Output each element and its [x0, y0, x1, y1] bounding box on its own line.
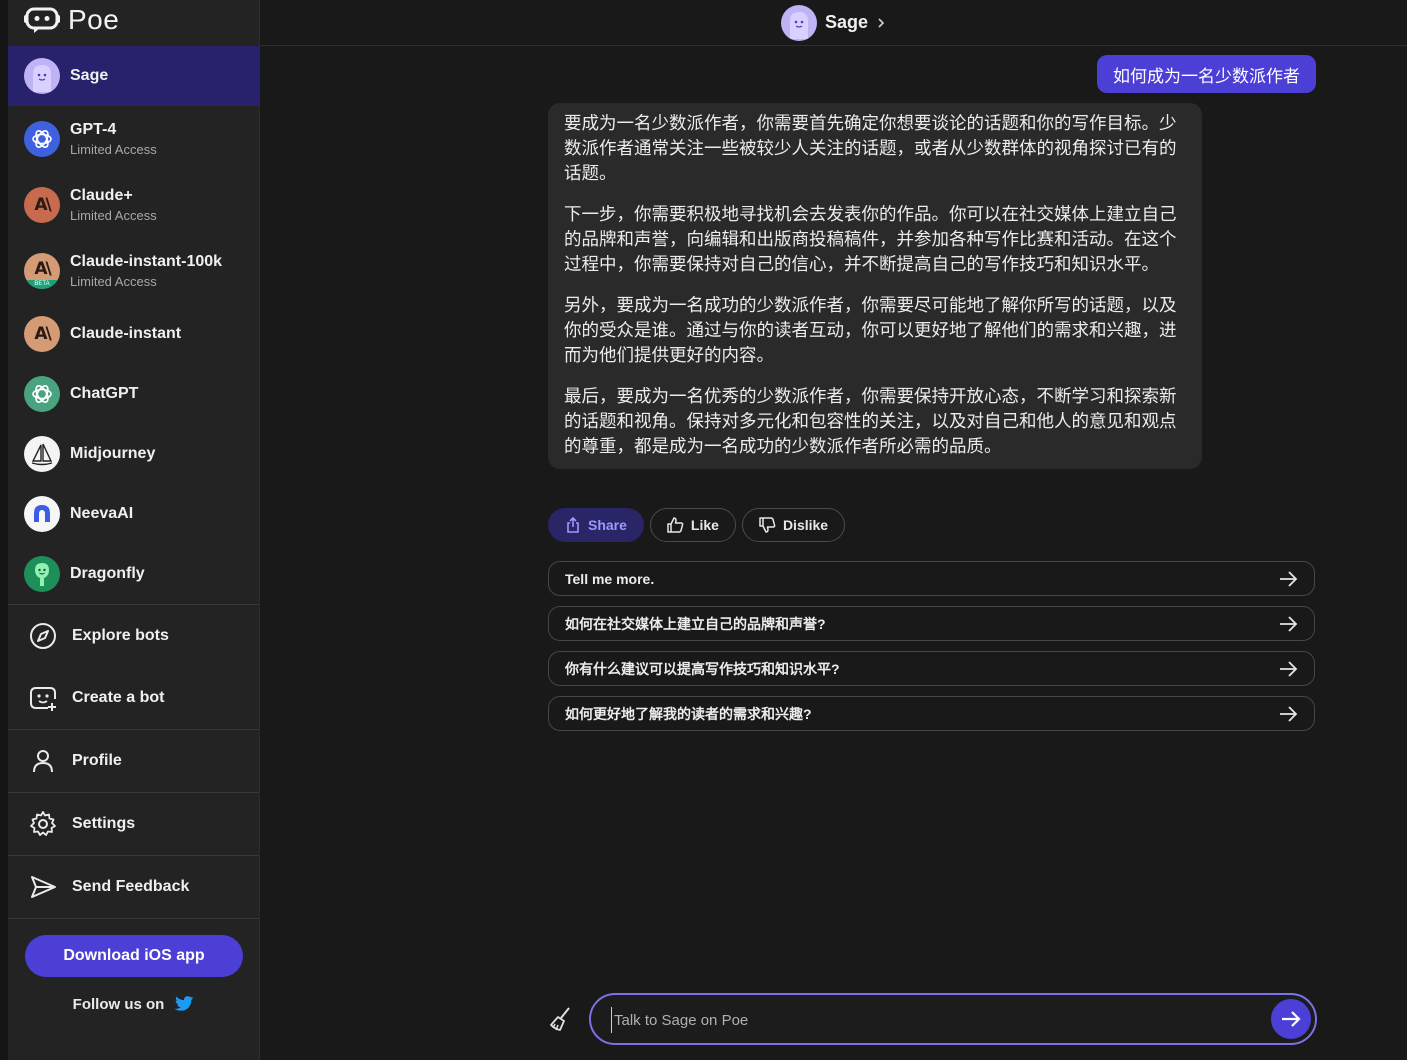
- message-input[interactable]: [611, 1007, 1256, 1033]
- thumbs-down-icon: [759, 517, 776, 533]
- poe-logo-icon: [24, 7, 60, 33]
- arrow-right-icon: [1280, 705, 1298, 722]
- poe-logo[interactable]: Poe: [24, 2, 119, 38]
- claude-plus-avatar-icon: A\: [24, 187, 60, 223]
- bot-message-paragraph: 下一步，你需要积极地寻找机会去发表你的作品。你可以在社交媒体上建立自己的品牌和声…: [564, 204, 1177, 274]
- follow-us[interactable]: Follow us on: [8, 995, 259, 1013]
- broom-icon: [550, 1007, 570, 1031]
- chevron-right-icon: [878, 17, 885, 28]
- suggested-reply[interactable]: 你有什么建议可以提高写作技巧和知识水平?: [548, 651, 1315, 686]
- sidebar-nav-settings[interactable]: Settings: [8, 794, 259, 854]
- message-actions: Share Like Dislike: [548, 508, 846, 542]
- sidebar-bot-dragonfly[interactable]: Dragonfly: [8, 544, 259, 604]
- sidebar-bot-subtitle: Limited Access: [70, 274, 157, 289]
- sidebar-bot-name: Claude+: [70, 187, 133, 204]
- claude-instant-100k-avatar-icon: A\ BETA: [24, 253, 60, 289]
- sidebar-bot-midjourney[interactable]: Midjourney: [8, 424, 259, 484]
- arrow-right-icon: [1282, 1011, 1301, 1027]
- suggested-reply[interactable]: Tell me more.: [548, 561, 1315, 596]
- compass-icon: [30, 623, 56, 649]
- sidebar-divider: [8, 604, 259, 605]
- sidebar-bot-claude-instant-100k[interactable]: A\ BETA Claude-instant-100k Limited Acces…: [8, 238, 259, 304]
- sidebar-nav-explore-bots[interactable]: Explore bots: [8, 606, 259, 666]
- share-label: Share: [588, 517, 627, 533]
- follow-label: Follow us on: [72, 995, 165, 1013]
- sidebar-divider: [8, 918, 259, 919]
- sage-avatar-icon: [780, 4, 817, 41]
- sidebar-divider: [8, 792, 259, 793]
- bot-message-paragraph: 最后，要成为一名优秀的少数派作者，你需要保持开放心态，不断学习和探索新的话题和视…: [564, 386, 1177, 456]
- suggested-reply-text: Tell me more.: [565, 570, 655, 587]
- arrow-right-icon: [1280, 660, 1298, 677]
- sidebar-bot-subtitle: Limited Access: [70, 208, 157, 223]
- dislike-button[interactable]: Dislike: [741, 508, 846, 542]
- sidebar-bot-name: Sage: [70, 67, 109, 84]
- nav-label: Create a bot: [72, 689, 165, 706]
- create-bot-icon: [30, 687, 56, 711]
- sidebar-bot-sage[interactable]: Sage: [8, 46, 259, 106]
- sidebar-bot-name: GPT-4: [70, 121, 117, 138]
- nav-label: Profile: [72, 752, 122, 769]
- sidebar-nav-send-feedback[interactable]: Send Feedback: [8, 857, 259, 917]
- like-label: Like: [690, 517, 719, 533]
- bot-message-paragraph: 要成为一名少数派作者，你需要首先确定你想要谈论的话题和你的写作目标。少数派作者通…: [564, 113, 1177, 183]
- sidebar-bot-claude-instant[interactable]: A\ Claude-instant: [8, 304, 259, 364]
- window-edge: [0, 0, 8, 1060]
- midjourney-avatar-icon: [24, 436, 60, 472]
- app-name: Poe: [68, 4, 120, 35]
- sidebar-divider: [8, 855, 259, 856]
- user-message: 如何成为一名少数派作者: [1097, 55, 1316, 93]
- claude-instant-avatar-icon: A\: [24, 316, 60, 352]
- sidebar: Poe Sage GPT-4 Limited Access A\ Claude+ L…: [8, 0, 260, 1060]
- sidebar-bot-subtitle: Limited Access: [70, 142, 157, 157]
- sidebar-bot-name: Midjourney: [70, 445, 156, 462]
- share-button[interactable]: Share: [548, 508, 644, 542]
- header-bot-name: Sage: [824, 12, 869, 32]
- bot-message: 要成为一名少数派作者，你需要首先确定你想要谈论的话题和你的写作目标。少数派作者通…: [548, 103, 1202, 469]
- suggested-reply-text: 你有什么建议可以提高写作技巧和知识水平?: [565, 660, 840, 677]
- suggested-reply-text: 如何更好地了解我的读者的需求和兴趣?: [565, 705, 812, 722]
- suggested-reply[interactable]: 如何在社交媒体上建立自己的品牌和声誉?: [548, 606, 1315, 641]
- clear-context-button[interactable]: [546, 1004, 576, 1034]
- sidebar-bot-chatgpt[interactable]: ChatGPT: [8, 364, 259, 424]
- sidebar-nav-profile[interactable]: Profile: [8, 731, 259, 791]
- sidebar-bot-claude-plus[interactable]: A\ Claude+ Limited Access: [8, 172, 259, 238]
- bot-message-paragraph: 另外，要成为一名成功的少数派作者，你需要尽可能地了解你所写的话题，以及你的受众是…: [564, 295, 1177, 365]
- chatgpt-avatar-icon: [24, 376, 60, 412]
- nav-label: Send Feedback: [72, 878, 190, 895]
- sidebar-bot-name: Claude-instant: [70, 325, 182, 342]
- send-icon: [31, 876, 56, 898]
- sage-avatar-icon: [24, 58, 60, 94]
- beta-badge: BETA: [24, 280, 60, 289]
- neevaai-avatar-icon: [24, 496, 60, 532]
- sidebar-divider: [8, 729, 259, 730]
- dragonfly-avatar-icon: [24, 556, 60, 592]
- nav-label: Settings: [72, 815, 136, 832]
- message-composer: [589, 993, 1317, 1045]
- send-button[interactable]: [1271, 999, 1311, 1039]
- sidebar-bot-name: ChatGPT: [70, 385, 139, 402]
- arrow-right-icon: [1280, 570, 1298, 587]
- like-button[interactable]: Like: [649, 508, 736, 542]
- gear-icon: [30, 811, 56, 836]
- sidebar-nav-create-bot[interactable]: Create a bot: [8, 668, 259, 728]
- download-ios-app-button[interactable]: Download iOS app: [25, 935, 243, 977]
- nav-label: Explore bots: [72, 627, 169, 644]
- twitter-icon[interactable]: [174, 995, 194, 1013]
- chat-header[interactable]: Sage: [260, 0, 1407, 46]
- sidebar-bot-name: NeevaAI: [70, 505, 134, 522]
- dislike-label: Dislike: [782, 517, 829, 533]
- arrow-right-icon: [1280, 615, 1298, 632]
- suggested-reply-text: 如何在社交媒体上建立自己的品牌和声誉?: [565, 615, 826, 632]
- share-icon: [567, 517, 579, 533]
- profile-icon: [33, 750, 53, 773]
- sidebar-bot-name: Dragonfly: [70, 565, 145, 582]
- bot-list: Sage GPT-4 Limited Access A\ Claude+ Limit…: [8, 46, 259, 604]
- sidebar-bot-gpt4[interactable]: GPT-4 Limited Access: [8, 106, 259, 172]
- sidebar-bot-name: Claude-instant-100k: [70, 253, 223, 270]
- thumbs-up-icon: [667, 517, 684, 533]
- suggested-reply[interactable]: 如何更好地了解我的读者的需求和兴趣?: [548, 696, 1315, 731]
- sidebar-bot-neevaai[interactable]: NeevaAI: [8, 484, 259, 544]
- gpt4-avatar-icon: [24, 121, 60, 157]
